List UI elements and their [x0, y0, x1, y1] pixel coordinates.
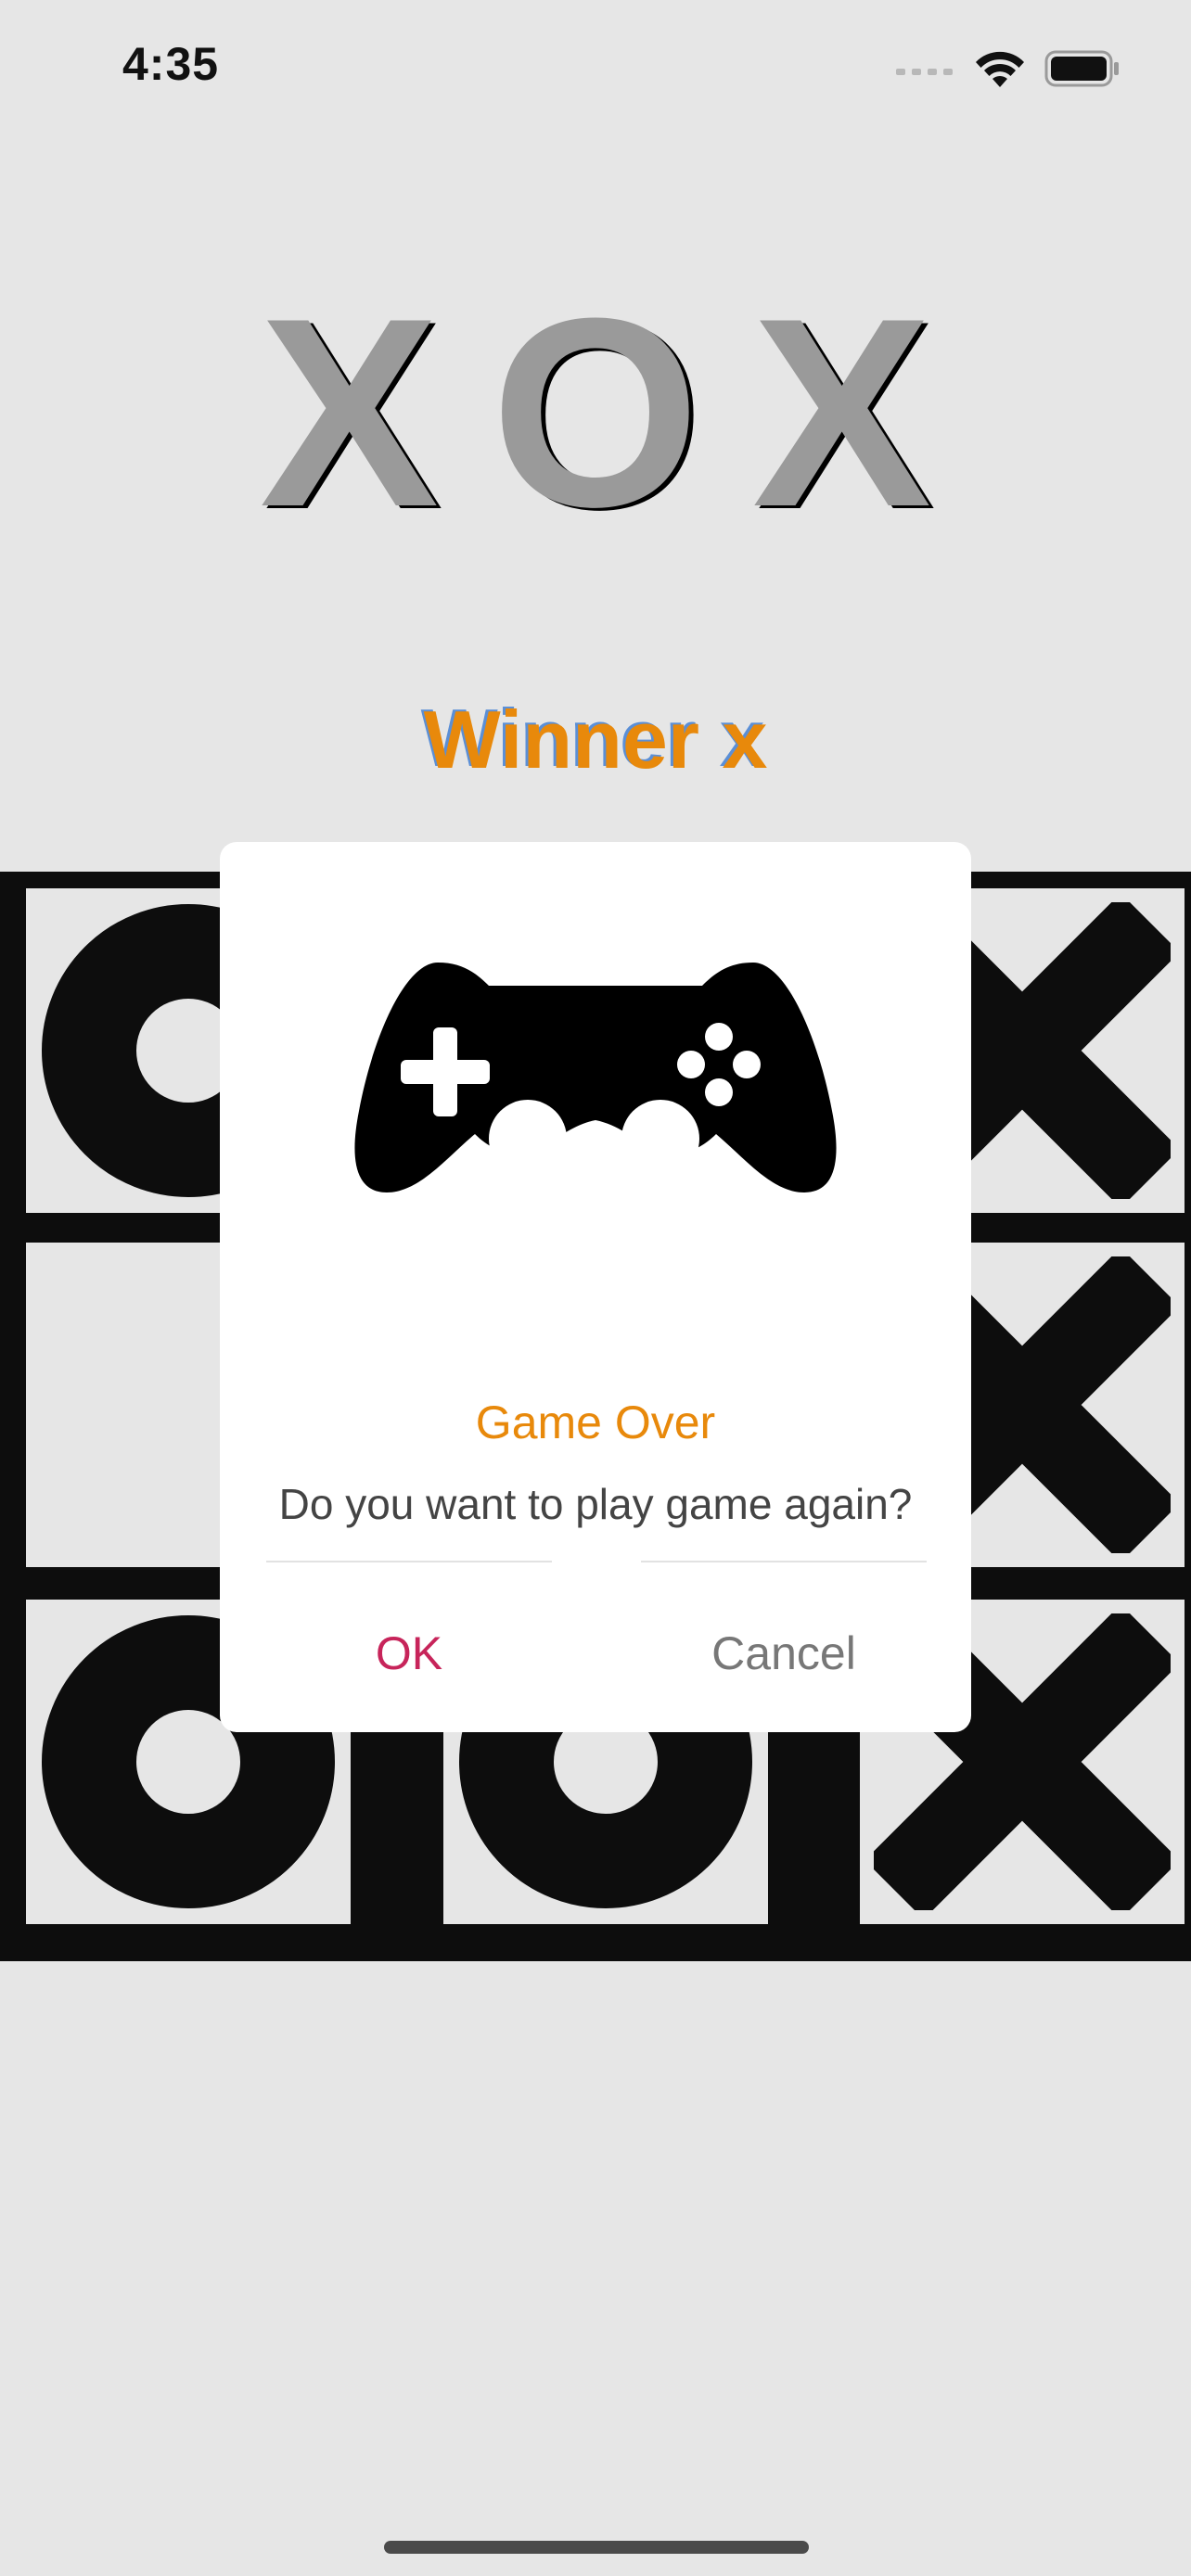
- game-over-dialog: Game Over Do you want to play game again…: [220, 842, 971, 1732]
- cancel-button[interactable]: Cancel: [641, 1612, 927, 1695]
- game-title: XOX: [259, 262, 984, 563]
- winner-label: Winner x: [423, 694, 768, 785]
- wifi-icon: [976, 51, 1024, 87]
- ok-button[interactable]: OK: [266, 1612, 552, 1695]
- home-indicator[interactable]: [384, 2541, 809, 2554]
- divider: [641, 1561, 927, 1562]
- status-bar: 4:35: [0, 0, 1191, 130]
- battery-icon: [1044, 50, 1119, 87]
- gamepad-icon: [354, 963, 837, 1192]
- divider: [266, 1561, 552, 1562]
- cellular-signal-icon: [896, 69, 953, 75]
- dialog-title: Game Over: [475, 1396, 716, 1448]
- status-time: 4:35: [122, 38, 220, 90]
- dialog-message: Do you want to play game again?: [278, 1480, 913, 1528]
- status-icons: [896, 46, 1121, 91]
